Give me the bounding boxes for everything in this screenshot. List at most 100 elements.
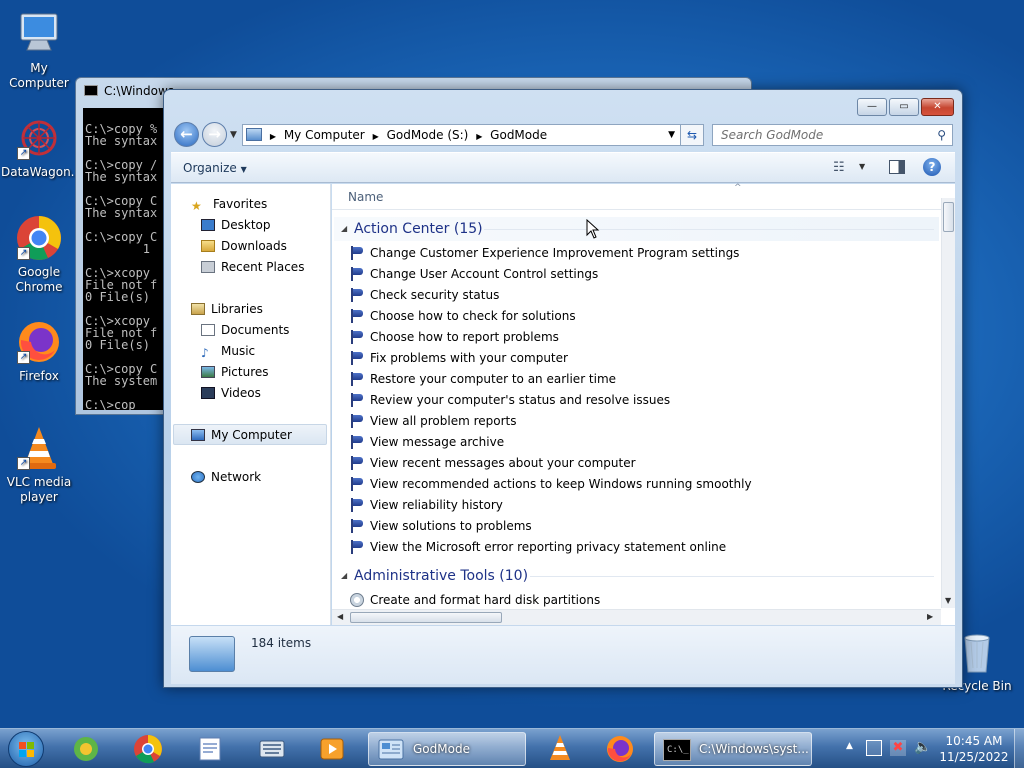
- minimize-button[interactable]: —: [857, 98, 887, 116]
- desktop-icon-my-computer[interactable]: My Computer: [1, 10, 77, 91]
- network-tray-icon[interactable]: ✖: [890, 740, 906, 756]
- organize-menu-button[interactable]: Organize ▼: [183, 161, 247, 175]
- start-button[interactable]: [8, 731, 44, 767]
- desktop-icon-datawagon[interactable]: ↗ DataWagon...: [1, 114, 82, 180]
- list-item[interactable]: View the Microsoft error reporting priva…: [350, 537, 726, 557]
- list-item[interactable]: Choose how to report problems: [350, 327, 559, 347]
- nav-item-videos[interactable]: Videos: [201, 383, 261, 403]
- horizontal-scrollbar[interactable]: ◀ ▶: [332, 609, 941, 625]
- star-icon: ★: [191, 199, 202, 213]
- item-label: Change User Account Control settings: [370, 267, 599, 281]
- clock[interactable]: 10:45 AM 11/25/2022: [938, 733, 1010, 765]
- cmd-console[interactable]: C:\>copy % The syntax C:\>copy / The syntax…: [83, 108, 173, 410]
- show-hidden-icons-button[interactable]: ▲: [846, 741, 853, 751]
- forward-button[interactable]: →: [202, 122, 227, 147]
- taskbar-keyboard-button[interactable]: [252, 732, 292, 766]
- action-center-flag-icon: [350, 288, 364, 302]
- back-button[interactable]: ←: [174, 122, 199, 147]
- address-bar[interactable]: ▶ My Computer ▶ GodMode (S:) ▶ GodMode ▼: [242, 124, 682, 146]
- vertical-scrollbar[interactable]: ▼: [941, 198, 955, 608]
- media-player-icon: [74, 737, 98, 761]
- taskbar-firefox-button[interactable]: [600, 732, 640, 766]
- list-item[interactable]: Choose how to check for solutions: [350, 306, 576, 326]
- nav-item-downloads[interactable]: Downloads: [201, 236, 287, 256]
- mouse-cursor-icon: [586, 218, 600, 242]
- desktop-icon-vlc[interactable]: ↗ VLC media player: [1, 424, 77, 505]
- view-options-dropdown-icon[interactable]: ▼: [859, 162, 865, 171]
- action-center-flag-icon: [350, 414, 364, 428]
- refresh-button[interactable]: ⇆: [680, 124, 704, 146]
- preview-pane-icon[interactable]: [889, 160, 905, 174]
- desktop-icon-firefox[interactable]: ↗ Firefox: [1, 318, 77, 384]
- scroll-down-icon[interactable]: ▼: [945, 596, 951, 605]
- console-line: 0 File(s): [85, 290, 151, 304]
- scrollbar-thumb[interactable]: [943, 202, 954, 232]
- nav-label: Desktop: [221, 218, 271, 232]
- list-item[interactable]: View solutions to problems: [350, 516, 532, 536]
- nav-item-desktop[interactable]: Desktop: [201, 215, 271, 235]
- file-list[interactable]: Name ^ ◢ Action Center (15) Change Custom…: [332, 183, 955, 625]
- item-label: View recent messages about your computer: [370, 456, 636, 470]
- change-view-icon[interactable]: ☷: [833, 160, 845, 175]
- address-dropdown-icon[interactable]: ▼: [668, 125, 675, 145]
- scroll-right-icon[interactable]: ▶: [927, 612, 933, 621]
- item-label: Fix problems with your computer: [370, 351, 568, 365]
- desktop-icon-chrome[interactable]: ↗ Google Chrome: [1, 214, 77, 295]
- close-button[interactable]: ✕: [921, 98, 954, 116]
- taskbar-chrome-button[interactable]: [128, 732, 168, 766]
- search-icon[interactable]: ⚲: [937, 125, 946, 145]
- help-icon[interactable]: ?: [923, 158, 941, 176]
- nav-label: My Computer: [211, 428, 292, 442]
- list-item[interactable]: Fix problems with your computer: [350, 348, 568, 368]
- breadcrumb-item[interactable]: GodMode (S:): [387, 128, 469, 142]
- nav-item-libraries[interactable]: Libraries: [191, 299, 263, 319]
- taskbar-godmode-button[interactable]: GodMode: [368, 732, 526, 766]
- volume-tray-icon[interactable]: 🔈: [914, 739, 931, 755]
- nav-item-my-computer[interactable]: My Computer: [191, 425, 292, 445]
- column-header-name[interactable]: Name ^: [332, 183, 942, 210]
- nav-label: Downloads: [221, 239, 287, 253]
- clock-time: 10:45 AM: [945, 734, 1003, 748]
- list-item[interactable]: Check security status: [350, 285, 499, 305]
- breadcrumb-item[interactable]: GodMode: [490, 128, 547, 142]
- search-input[interactable]: Search GodMode ⚲: [712, 124, 953, 146]
- list-item[interactable]: View message archive: [350, 432, 504, 452]
- list-item[interactable]: View reliability history: [350, 495, 503, 515]
- action-center-tray-icon[interactable]: [866, 740, 882, 756]
- taskbar-cmd-button[interactable]: C:\_ C:\Windows\syst...: [654, 732, 812, 766]
- collapse-icon[interactable]: ◢: [341, 217, 347, 241]
- firefox-icon: ↗: [15, 318, 63, 366]
- list-item[interactable]: Change Customer Experience Improvement P…: [350, 243, 739, 263]
- scroll-left-icon[interactable]: ◀: [337, 612, 343, 621]
- taskbar-vlc-button[interactable]: [540, 732, 580, 766]
- nav-item-pictures[interactable]: Pictures: [201, 362, 269, 382]
- list-item[interactable]: Change User Account Control settings: [350, 264, 598, 284]
- explorer-window[interactable]: — ▭ ✕ ← → ▼ ▶ My Computer ▶ GodMode (S:)…: [163, 89, 963, 688]
- group-header-action-center[interactable]: ◢ Action Center (15): [334, 217, 939, 241]
- list-item[interactable]: View recommended actions to keep Windows…: [350, 474, 752, 494]
- action-center-flag-icon: [350, 246, 364, 260]
- collapse-icon[interactable]: ◢: [341, 564, 347, 588]
- taskbar-ie-button[interactable]: [66, 732, 106, 766]
- nav-item-recent-places[interactable]: Recent Places: [201, 257, 304, 277]
- maximize-button[interactable]: ▭: [889, 98, 919, 116]
- list-item[interactable]: Restore your computer to an earlier time: [350, 369, 616, 389]
- nav-label: Documents: [221, 323, 290, 337]
- pictures-icon: [201, 366, 215, 378]
- list-item[interactable]: View all problem reports: [350, 411, 517, 431]
- music-icon: ♪: [201, 346, 209, 360]
- show-desktop-button[interactable]: [1014, 729, 1024, 768]
- taskbar-wordpad-button[interactable]: [190, 732, 230, 766]
- scrollbar-thumb[interactable]: [350, 612, 502, 623]
- nav-item-network[interactable]: Network: [191, 467, 261, 487]
- recent-pages-dropdown[interactable]: ▼: [230, 130, 237, 140]
- nav-item-music[interactable]: ♪ Music: [201, 341, 255, 361]
- nav-item-documents[interactable]: Documents: [201, 320, 289, 340]
- list-item[interactable]: Review your computer's status and resolv…: [350, 390, 670, 410]
- list-item[interactable]: View recent messages about your computer: [350, 453, 636, 473]
- list-item[interactable]: Create and format hard disk partitions: [350, 590, 600, 610]
- taskbar-media-button[interactable]: [312, 732, 352, 766]
- nav-item-favorites[interactable]: ★ Favorites: [191, 194, 267, 214]
- group-header-administrative-tools[interactable]: ◢ Administrative Tools (10): [334, 564, 939, 588]
- breadcrumb-item[interactable]: My Computer: [284, 128, 365, 142]
